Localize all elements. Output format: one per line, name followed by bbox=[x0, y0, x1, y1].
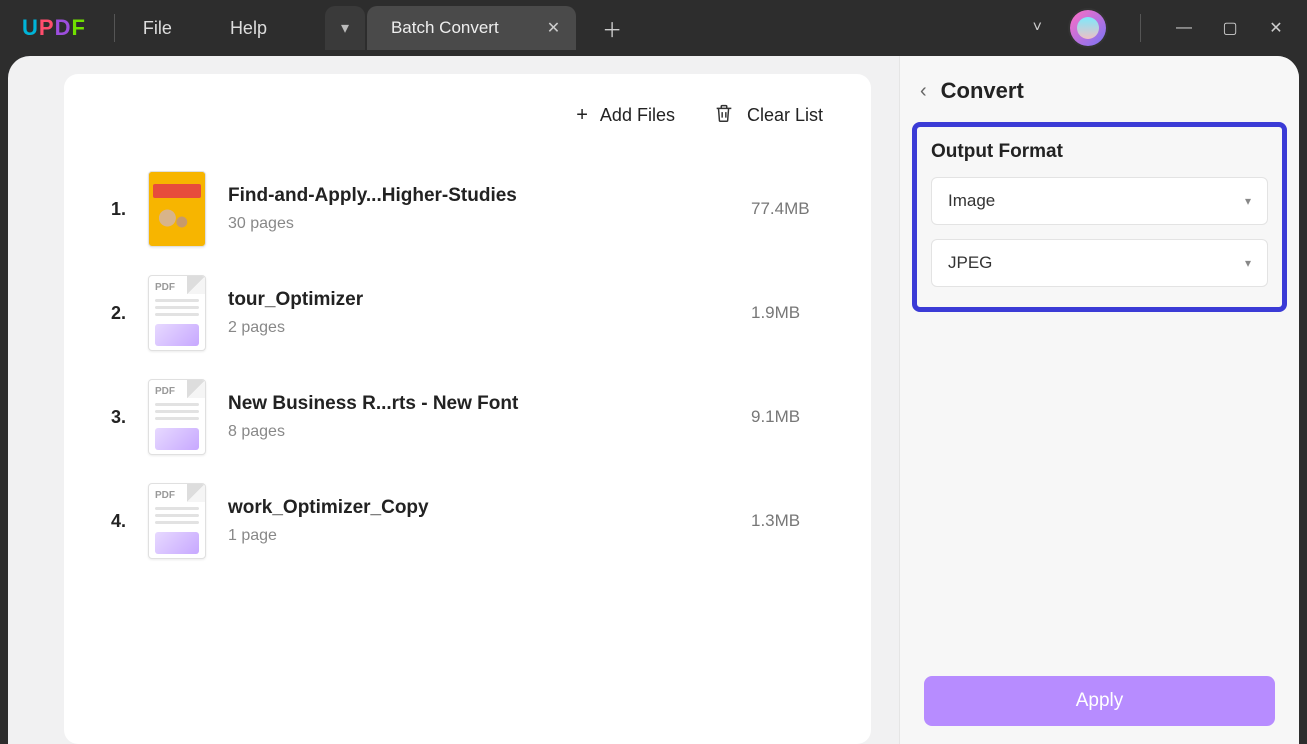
clear-list-button[interactable]: Clear List bbox=[713, 102, 823, 129]
file-thumbnail: PDF bbox=[148, 275, 206, 351]
convert-panel: ‹ Convert Output Format Image ▾ JPEG ▾ A… bbox=[899, 56, 1299, 744]
user-avatar[interactable] bbox=[1070, 10, 1106, 46]
file-size: 9.1MB bbox=[751, 407, 871, 427]
chevron-down-icon: ▾ bbox=[1245, 194, 1251, 208]
apply-button[interactable]: Apply bbox=[924, 676, 1275, 726]
format-type-select[interactable]: Image ▾ bbox=[931, 177, 1268, 225]
file-thumbnail: PDF bbox=[148, 379, 206, 455]
divider bbox=[1140, 14, 1141, 42]
file-thumbnail bbox=[148, 171, 206, 247]
tab-close-button[interactable]: ✕ bbox=[547, 18, 560, 38]
format-subtype-select[interactable]: JPEG ▾ bbox=[931, 239, 1268, 287]
file-pages: 8 pages bbox=[228, 423, 729, 441]
tab-batch-convert[interactable]: Batch Convert ✕ bbox=[367, 6, 576, 50]
title-chevron-down-icon[interactable]: ˅ bbox=[1033, 19, 1042, 37]
file-size: 1.3MB bbox=[751, 511, 871, 531]
tab-menu-dropdown[interactable]: ▾ bbox=[325, 6, 365, 50]
panel-header: ‹ Convert bbox=[900, 56, 1299, 122]
window-maximize-button[interactable]: ▢ bbox=[1221, 18, 1239, 38]
tab-title: Batch Convert bbox=[391, 18, 499, 38]
file-pages: 2 pages bbox=[228, 319, 729, 337]
menu-file[interactable]: File bbox=[143, 18, 172, 39]
file-meta: Find-and-Apply...Higher-Studies 30 pages bbox=[228, 185, 729, 233]
chevron-down-icon: ▾ bbox=[1245, 256, 1251, 270]
row-number: 3. bbox=[102, 407, 126, 428]
file-row[interactable]: 1. Find-and-Apply...Higher-Studies 30 pa… bbox=[64, 157, 871, 261]
content-area: + Add Files Clear List 1. Find-and-Apply bbox=[8, 56, 1299, 744]
window-minimize-button[interactable]: — bbox=[1175, 19, 1193, 37]
row-number: 1. bbox=[102, 199, 126, 220]
file-pages: 1 page bbox=[228, 527, 729, 545]
add-files-button[interactable]: + Add Files bbox=[576, 104, 675, 127]
window-close-button[interactable]: ✕ bbox=[1267, 18, 1285, 38]
row-number: 4. bbox=[102, 511, 126, 532]
titlebar: U P D F File Help ▾ Batch Convert ✕ ＋ ˅ … bbox=[0, 0, 1307, 56]
file-toolbar: + Add Files Clear List bbox=[64, 74, 871, 157]
add-files-label: Add Files bbox=[600, 105, 675, 126]
app-logo: U P D F bbox=[22, 15, 86, 41]
row-number: 2. bbox=[102, 303, 126, 324]
file-row[interactable]: 3. PDF New Business R...rts - New Font 8… bbox=[64, 365, 871, 469]
output-format-label: Output Format bbox=[931, 141, 1268, 163]
file-name: tour_Optimizer bbox=[228, 289, 729, 311]
file-size: 1.9MB bbox=[751, 303, 871, 323]
back-button[interactable]: ‹ bbox=[920, 80, 927, 103]
file-pages: 30 pages bbox=[228, 215, 729, 233]
file-name: New Business R...rts - New Font bbox=[228, 393, 729, 415]
panel-title: Convert bbox=[941, 78, 1024, 104]
trash-icon bbox=[713, 102, 735, 129]
tab-strip: ▾ Batch Convert ✕ ＋ bbox=[325, 0, 634, 56]
tab-add-button[interactable]: ＋ bbox=[590, 14, 634, 43]
apply-bar: Apply bbox=[924, 676, 1275, 726]
file-list-pane: + Add Files Clear List 1. Find-and-Apply bbox=[8, 56, 899, 744]
file-name: Find-and-Apply...Higher-Studies bbox=[228, 185, 729, 207]
menu-help[interactable]: Help bbox=[230, 18, 267, 39]
format-type-value: Image bbox=[948, 191, 995, 211]
file-list-card: + Add Files Clear List 1. Find-and-Apply bbox=[64, 74, 871, 744]
output-format-section: Output Format Image ▾ JPEG ▾ bbox=[912, 122, 1287, 312]
file-row[interactable]: 4. PDF work_Optimizer_Copy 1 page 1.3MB bbox=[64, 469, 871, 573]
chevron-down-icon: ▾ bbox=[341, 18, 349, 38]
format-subtype-value: JPEG bbox=[948, 253, 992, 273]
file-name: work_Optimizer_Copy bbox=[228, 497, 729, 519]
file-row[interactable]: 2. PDF tour_Optimizer 2 pages 1.9MB bbox=[64, 261, 871, 365]
plus-icon: + bbox=[576, 104, 588, 127]
file-thumbnail: PDF bbox=[148, 483, 206, 559]
file-size: 77.4MB bbox=[751, 199, 871, 219]
clear-list-label: Clear List bbox=[747, 105, 823, 126]
titlebar-right: ˅ — ▢ ✕ bbox=[1033, 10, 1307, 46]
divider bbox=[114, 14, 115, 42]
